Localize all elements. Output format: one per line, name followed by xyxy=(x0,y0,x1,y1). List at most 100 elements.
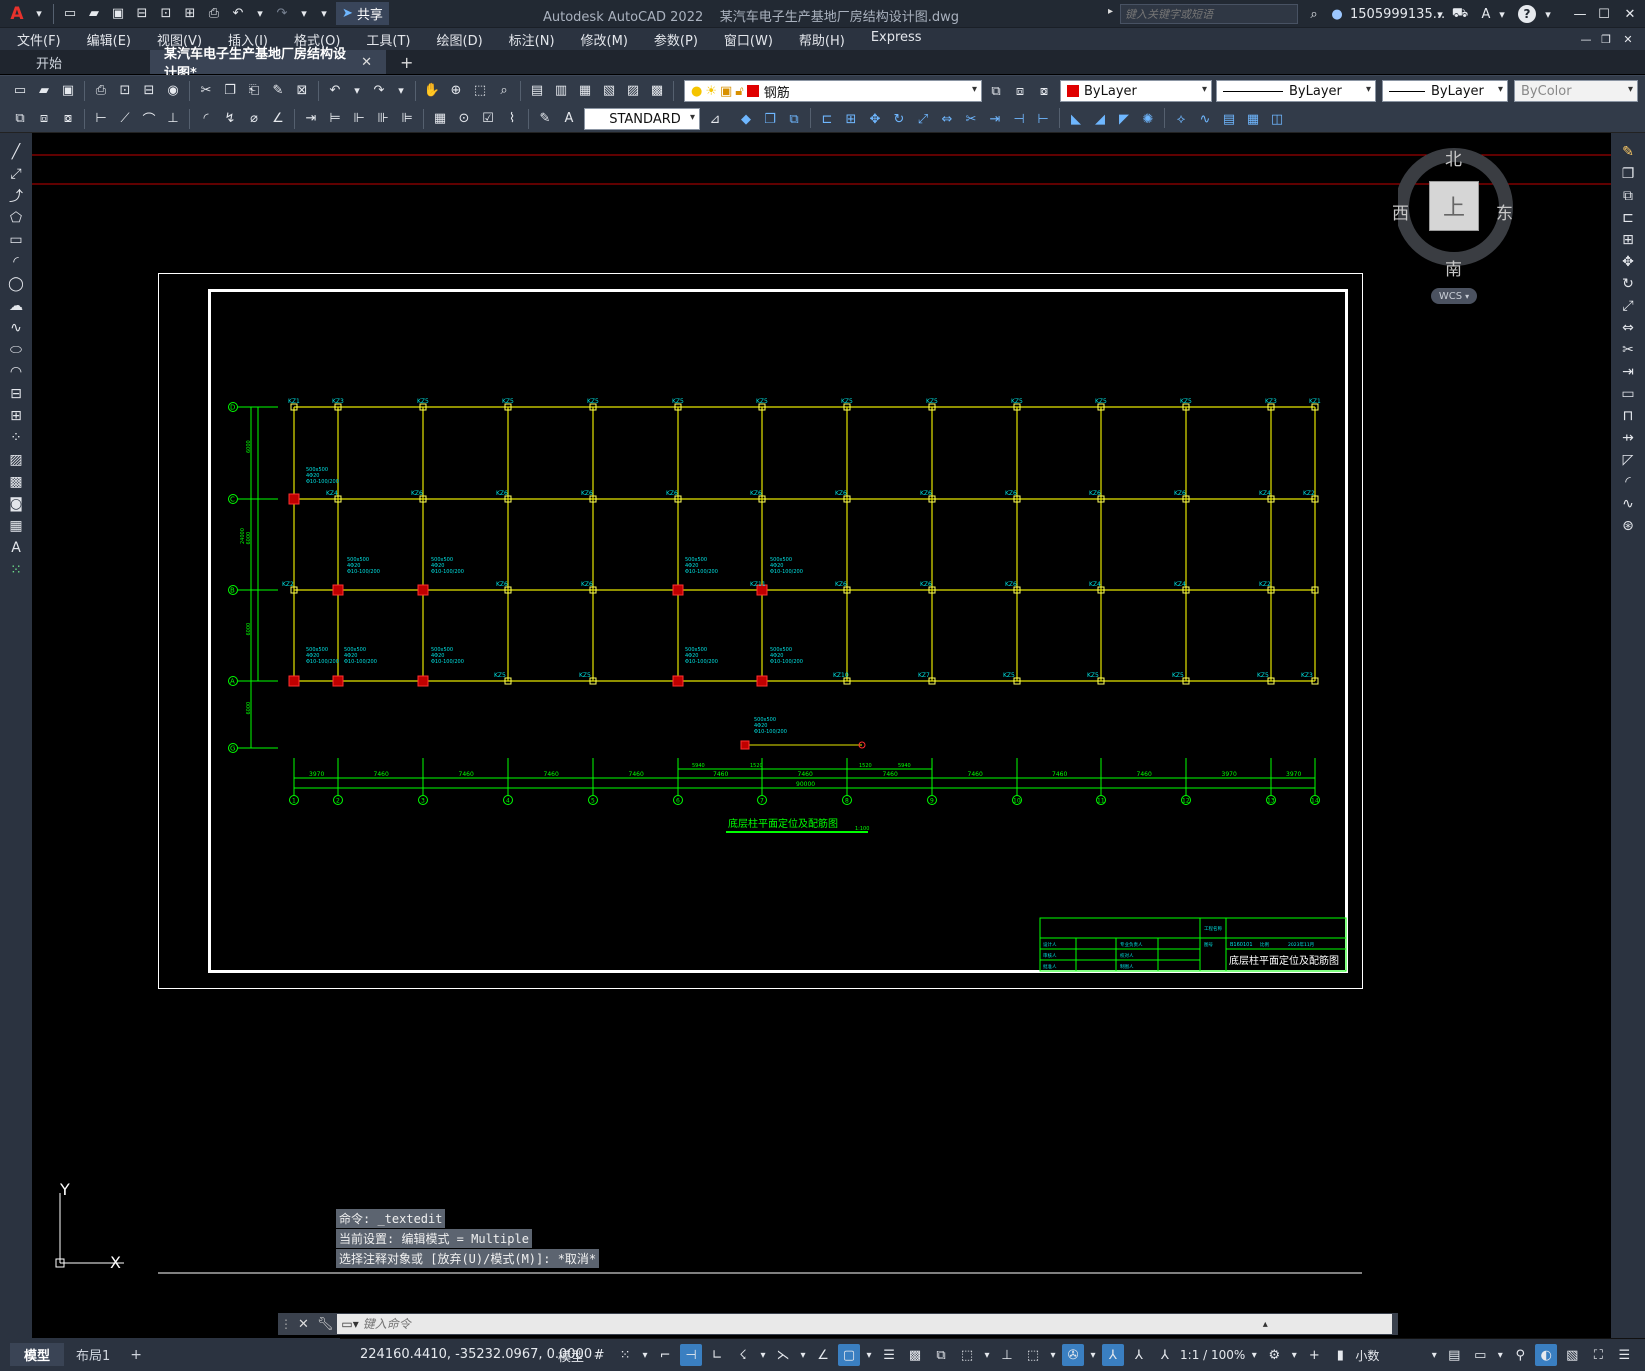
polar-dropdown-icon[interactable]: ▾ xyxy=(758,1344,768,1366)
close-icon[interactable]: ✕ xyxy=(298,1317,309,1332)
copy-icon[interactable]: ❐ xyxy=(1616,163,1640,185)
hatch-icon[interactable]: ▨ xyxy=(4,449,28,471)
properties-icon[interactable]: ▤ xyxy=(526,80,548,102)
open-folder-icon[interactable]: ▰ xyxy=(83,3,105,25)
menu-item-12[interactable]: Express xyxy=(858,30,935,49)
revision-cloud-icon[interactable]: ☁ xyxy=(4,295,28,317)
filter-dropdown-icon[interactable]: ▾ xyxy=(1048,1344,1058,1366)
blend-icon[interactable]: ◤ xyxy=(1113,108,1135,130)
scale-icon[interactable]: ⤢ xyxy=(912,108,934,130)
inspect-icon[interactable]: ☑ xyxy=(477,108,499,130)
linetype-dropdown[interactable]: ByLayer ▾ xyxy=(1216,80,1376,102)
cut-icon[interactable]: ✂ xyxy=(195,80,217,102)
tab-layout1[interactable]: 布局1 xyxy=(64,1343,122,1366)
annotation-visibility-icon[interactable]: ⅄ xyxy=(1102,1344,1125,1366)
search-input[interactable] xyxy=(1125,7,1295,21)
edit-array-icon[interactable]: ▦ xyxy=(1242,108,1264,130)
save-icon[interactable]: ▣ xyxy=(57,80,79,102)
arc-length-icon[interactable]: ⌒ xyxy=(138,108,160,130)
maximize-icon[interactable]: ☐ xyxy=(1593,3,1615,25)
menu-item-7[interactable]: 标注(N) xyxy=(496,30,568,49)
extend-icon[interactable]: ⇥ xyxy=(1616,361,1640,383)
offset-icon[interactable]: ⊏ xyxy=(1616,207,1640,229)
workspace-dropdown-icon[interactable]: ▾ xyxy=(1289,1344,1299,1366)
sheet-set-icon[interactable]: ▧ xyxy=(598,80,620,102)
object-snap-tracking-icon[interactable]: ∠ xyxy=(812,1344,834,1366)
doc-restore-icon[interactable]: ❐ xyxy=(1597,28,1615,50)
polar-tracking-icon[interactable]: ☇ xyxy=(732,1344,754,1366)
diameter-dim-icon[interactable]: ⌀ xyxy=(243,108,265,130)
search-expand-icon[interactable]: ▸ xyxy=(1108,6,1113,17)
user-icon[interactable]: ● xyxy=(1326,3,1348,25)
autocad-logo-icon[interactable]: A xyxy=(6,3,28,25)
lineweight-icon[interactable]: ☰ xyxy=(878,1344,900,1366)
baseline-dim-icon[interactable]: ⊨ xyxy=(324,108,346,130)
tab-start[interactable]: 开始 xyxy=(0,50,150,74)
iso-dropdown-icon[interactable]: ▾ xyxy=(798,1344,808,1366)
make-current-layer-icon[interactable]: ⧉ xyxy=(985,80,1007,102)
scale-icon[interactable]: ⤢ xyxy=(1616,295,1640,317)
doc-close-icon[interactable]: ✕ xyxy=(1619,28,1637,50)
snap-dropdown-icon[interactable]: ▾ xyxy=(640,1344,650,1366)
redo-icon[interactable]: ↷ xyxy=(368,80,390,102)
aligned-dim-icon[interactable]: ⟋ xyxy=(114,108,136,130)
erase-icon[interactable]: ✎ xyxy=(1616,141,1640,163)
redo-dropdown-icon[interactable]: ▾ xyxy=(295,3,313,25)
model-space-button[interactable]: 模型 xyxy=(558,1344,584,1366)
mtext-icon[interactable]: A xyxy=(4,537,28,559)
array-icon[interactable]: ⊞ xyxy=(840,108,862,130)
3d-osnap-icon[interactable]: ⬚ xyxy=(956,1344,978,1366)
explode-icon[interactable]: ✺ xyxy=(1137,108,1159,130)
viewcube[interactable]: 北 南 西 东 上 xyxy=(1392,145,1538,285)
trim-icon[interactable]: ✂ xyxy=(1616,339,1640,361)
full-screen-icon[interactable]: ⛶ xyxy=(1587,1344,1609,1366)
share-button[interactable]: ➤ 共享 xyxy=(336,2,389,25)
quick-properties-icon[interactable]: ▤ xyxy=(1443,1344,1465,1366)
dynamic-ucs-icon[interactable]: ⊥ xyxy=(996,1344,1018,1366)
a360-dropdown-icon[interactable]: ▾ xyxy=(1493,3,1511,25)
tool-palettes-icon[interactable]: ▦ xyxy=(574,80,596,102)
publish-icon[interactable]: ⊟ xyxy=(138,80,160,102)
app-menu-chevron-icon[interactable]: ▾ xyxy=(30,3,48,25)
polyline-icon[interactable]: ⤴ xyxy=(4,185,28,207)
blend-curves-icon[interactable]: ∿ xyxy=(1616,493,1640,515)
tolerance-icon[interactable]: ▦ xyxy=(429,108,451,130)
calculator-icon[interactable]: ▩ xyxy=(646,80,668,102)
break-icon[interactable]: ⊓ xyxy=(1616,405,1640,427)
customize-qat-icon[interactable]: ▾ xyxy=(315,3,333,25)
match-properties-icon[interactable]: ✎ xyxy=(267,80,289,102)
paste-icon[interactable]: ⎗ xyxy=(243,80,265,102)
block-editor-icon[interactable]: ⊠ xyxy=(291,80,313,102)
color-dropdown[interactable]: ByLayer ▾ xyxy=(1060,80,1212,102)
search-box[interactable] xyxy=(1120,4,1298,24)
dim-edit-icon[interactable]: ✎ xyxy=(534,108,556,130)
move-icon[interactable]: ✥ xyxy=(864,108,886,130)
cart-icon[interactable]: ⛟ xyxy=(1449,3,1471,25)
erase-icon[interactable]: ◆ xyxy=(735,108,757,130)
3d-osnap-dropdown-icon[interactable]: ▾ xyxy=(982,1344,992,1366)
units-readout[interactable]: 小数 xyxy=(1355,1344,1425,1366)
scale-dropdown-icon[interactable]: ▾ xyxy=(1249,1344,1259,1366)
compass-north[interactable]: 北 xyxy=(1445,145,1462,170)
user-dropdown-icon[interactable]: ▾ xyxy=(1431,3,1449,25)
scale-readout[interactable]: 1:1 / 100% xyxy=(1180,1344,1245,1366)
wrench-icon[interactable]: 🔧︎ xyxy=(317,1317,334,1332)
tab-active-drawing[interactable]: 某汽车电子生产基地厂房结构设计图* ✕ xyxy=(150,47,386,81)
menu-item-10[interactable]: 窗口(W) xyxy=(711,30,786,49)
line-icon[interactable]: ╱ xyxy=(4,141,28,163)
pan-icon[interactable]: ✋ xyxy=(421,80,443,102)
command-input-box[interactable]: ▭▾ ▴ xyxy=(337,1314,1392,1334)
dynamic-input-icon[interactable]: ⊣ xyxy=(680,1344,703,1366)
ellipse-arc-icon[interactable]: ◠ xyxy=(4,361,28,383)
isolate-objects-icon[interactable]: ⚲ xyxy=(1509,1344,1531,1366)
drawing-canvas[interactable]: KZ1 KZ3 KZ5 KZ5 KZ5 KZ5 KZ5 KZ5 KZ5 KZ5 KZ5 KZ5 KZ3 K… xyxy=(32,133,1611,1338)
draw-order-icon[interactable]: ⧉ xyxy=(9,108,31,130)
customize-icon[interactable]: ☰ xyxy=(1613,1344,1635,1366)
spline-icon[interactable]: ∿ xyxy=(4,317,28,339)
ortho-icon[interactable]: ∟ xyxy=(706,1344,728,1366)
hatch-front-icon[interactable]: ⧇ xyxy=(57,108,79,130)
compass-south[interactable]: 南 xyxy=(1445,255,1462,280)
arc-icon[interactable]: ◜ xyxy=(4,251,28,273)
save-icon[interactable]: ▣ xyxy=(107,3,129,25)
workspace-gear-icon[interactable]: ⚙ xyxy=(1263,1344,1285,1366)
